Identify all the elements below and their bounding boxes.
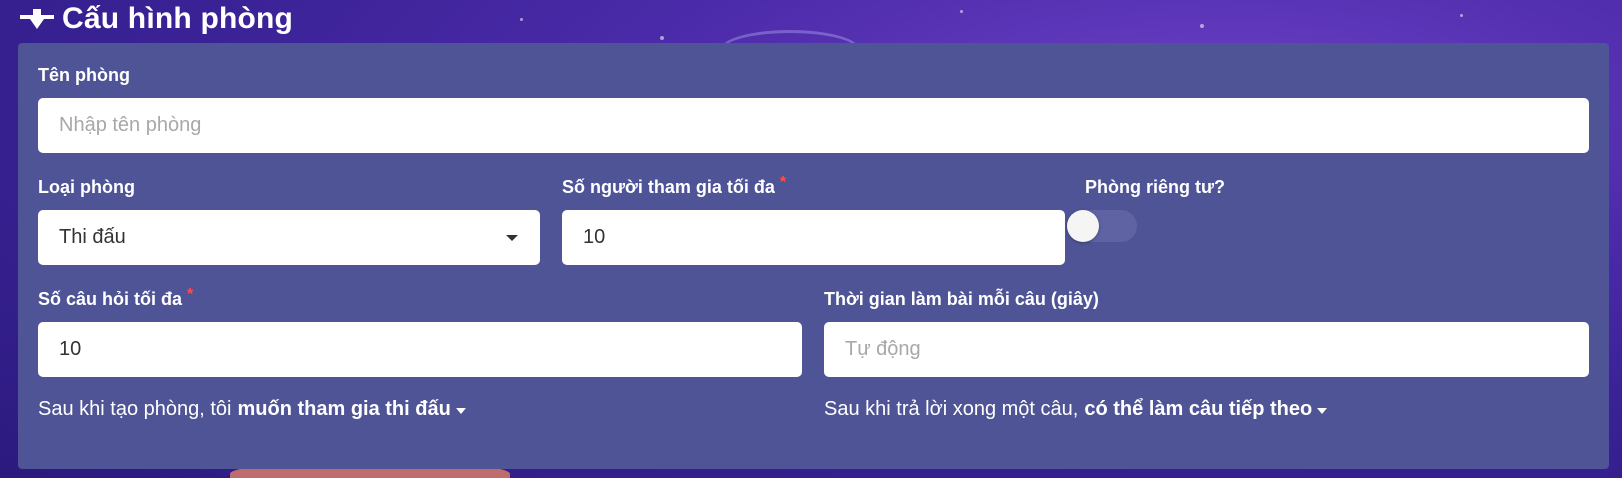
max-questions-value: 10 [59, 338, 82, 360]
toggle-knob [1067, 210, 1099, 242]
star-decoration [1460, 14, 1463, 17]
section-header: Cấu hình phòng [20, 0, 293, 38]
star-decoration [660, 36, 664, 40]
chevron-down-icon [506, 235, 518, 241]
room-type-value: Thi đấu [59, 226, 126, 248]
time-per-question-placeholder: Tự động [845, 338, 921, 360]
star-decoration [520, 18, 523, 21]
time-per-question-input[interactable]: Tự động [824, 322, 1589, 377]
max-questions-label-text: Số câu hỏi tối đa [38, 289, 183, 309]
max-participants-value: 10 [583, 226, 606, 248]
caret-down-icon[interactable] [455, 407, 466, 414]
time-per-question-label: Thời gian làm bài mỗi câu (giây) [824, 289, 1099, 309]
star-decoration [1200, 24, 1204, 28]
max-questions-input[interactable]: 10 [38, 322, 802, 377]
after-create-dropdown[interactable]: muốn tham gia thi đấu [237, 398, 450, 421]
room-name-label: Tên phòng [38, 65, 130, 85]
star-decoration [960, 10, 963, 13]
room-name-input[interactable]: Nhập tên phòng [38, 98, 1589, 153]
required-mark: * [779, 174, 787, 191]
page-title: Cấu hình phòng [62, 2, 294, 35]
max-questions-label: Số câu hỏi tối đa * [38, 286, 194, 310]
after-create-option: Sau khi tạo phòng, tôi muốn tham gia thi… [38, 398, 466, 421]
required-mark: * [187, 286, 194, 303]
caret-down-icon[interactable] [1317, 407, 1328, 414]
after-answer-option: Sau khi trả lời xong một câu, có thể làm… [824, 398, 1328, 421]
after-answer-prefix: Sau khi trả lời xong một câu, [824, 398, 1079, 420]
max-participants-label-text: Số người tham gia tối đa [562, 177, 775, 197]
room-config-panel: Tên phòng Nhập tên phòng Loại phòng Thi … [18, 43, 1609, 469]
room-type-select[interactable]: Thi đấu [38, 210, 540, 265]
room-type-label: Loại phòng [38, 177, 135, 197]
max-participants-input[interactable]: 10 [562, 210, 1065, 265]
private-room-label: Phòng riêng tư? [1085, 177, 1226, 197]
pin-icon [20, 4, 54, 34]
room-name-placeholder: Nhập tên phòng [59, 114, 202, 136]
private-room-toggle[interactable] [1067, 210, 1137, 242]
after-answer-dropdown[interactable]: có thể làm câu tiếp theo [1084, 398, 1312, 421]
after-create-prefix: Sau khi tạo phòng, tôi [38, 398, 232, 420]
max-participants-label: Số người tham gia tối đa * [562, 174, 787, 198]
